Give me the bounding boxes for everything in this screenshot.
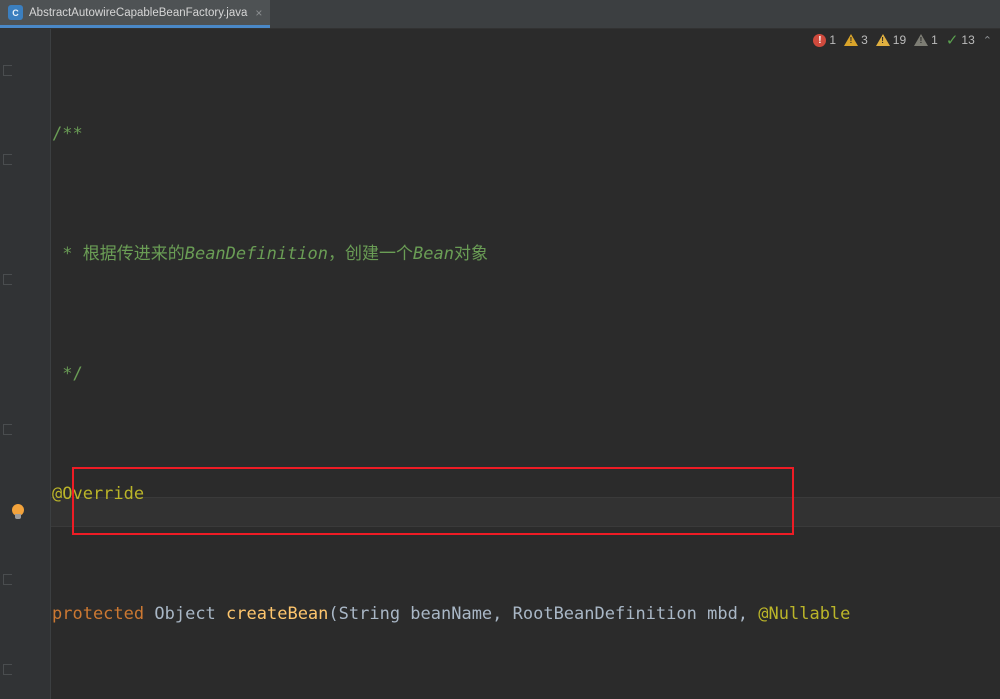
- fold-marker[interactable]: [3, 574, 12, 585]
- error-icon: !: [813, 33, 827, 47]
- ok-count: 13: [961, 33, 975, 47]
- inspection-errors[interactable]: ! 1: [813, 33, 836, 47]
- checkmark-icon: ✓: [945, 30, 959, 49]
- editor-tab-label: AbstractAutowireCapableBeanFactory.java: [29, 6, 248, 19]
- chevron-up-icon[interactable]: ⌃: [983, 34, 992, 47]
- code-editor[interactable]: ! 1 3 19 1 ✓ 13 ⌃: [0, 29, 1000, 699]
- line-1-text: /**: [52, 124, 83, 144]
- inspection-grey-warnings[interactable]: 1: [914, 33, 938, 47]
- code-line-4: @Override: [52, 479, 1000, 509]
- fold-marker[interactable]: [3, 154, 12, 165]
- kw-protected: protected: [52, 604, 145, 624]
- inspection-ok[interactable]: ✓ 13: [945, 30, 975, 49]
- editor-gutter[interactable]: [0, 29, 51, 699]
- inspection-warnings[interactable]: 3: [844, 33, 868, 47]
- l2-seg1: 根据传进来的: [82, 244, 185, 264]
- weak-warning-icon: [875, 34, 890, 46]
- editor-tab-abstractautowirecapablebeanfactory[interactable]: C AbstractAutowireCapableBeanFactory.jav…: [0, 0, 271, 28]
- grey-warning-icon: [914, 34, 929, 46]
- java-class-icon: C: [8, 5, 23, 20]
- code-line-2: * 根据传进来的BeanDefinition，创建一个Bean对象: [52, 244, 488, 264]
- type-object: Object: [154, 604, 216, 624]
- warning-icon: [844, 34, 859, 46]
- inspection-widget[interactable]: ! 1 3 19 1 ✓ 13 ⌃: [813, 30, 992, 49]
- override-annotation: @Override: [52, 484, 145, 504]
- error-count: 1: [829, 33, 837, 47]
- l2-italic2: Bean: [413, 244, 454, 264]
- l2-seg3: 对象: [453, 244, 488, 264]
- nullable-annotation: @Nullable: [758, 604, 851, 624]
- line-3-text: */: [52, 364, 83, 384]
- fold-marker[interactable]: [3, 65, 12, 76]
- l2-seg2: ，创建一个: [328, 244, 414, 264]
- weak-warning-count: 19: [892, 33, 907, 47]
- fold-marker[interactable]: [3, 664, 12, 675]
- code-line-1: /**: [52, 119, 1000, 149]
- code-line-3: */: [52, 359, 1000, 389]
- method-createbean: createBean: [226, 604, 329, 624]
- inspection-weak-warnings[interactable]: 19: [875, 33, 907, 47]
- fold-marker[interactable]: [3, 424, 12, 435]
- code-line-5: protected Object createBean(String beanN…: [52, 599, 1000, 629]
- code-content[interactable]: /** * 根据传进来的BeanDefinition，创建一个Bean对象 */…: [50, 29, 1000, 699]
- grey-warning-count: 1: [931, 33, 938, 47]
- intention-bulb-icon[interactable]: [12, 504, 24, 520]
- sig-args: (String beanName, RootBeanDefinition mbd…: [328, 604, 759, 624]
- l2-italic1: BeanDefinition: [184, 244, 329, 264]
- editor-tab-bar: C AbstractAutowireCapableBeanFactory.jav…: [0, 0, 1000, 29]
- fold-marker[interactable]: [3, 274, 12, 285]
- close-icon[interactable]: ×: [255, 7, 262, 19]
- warning-count: 3: [861, 33, 868, 47]
